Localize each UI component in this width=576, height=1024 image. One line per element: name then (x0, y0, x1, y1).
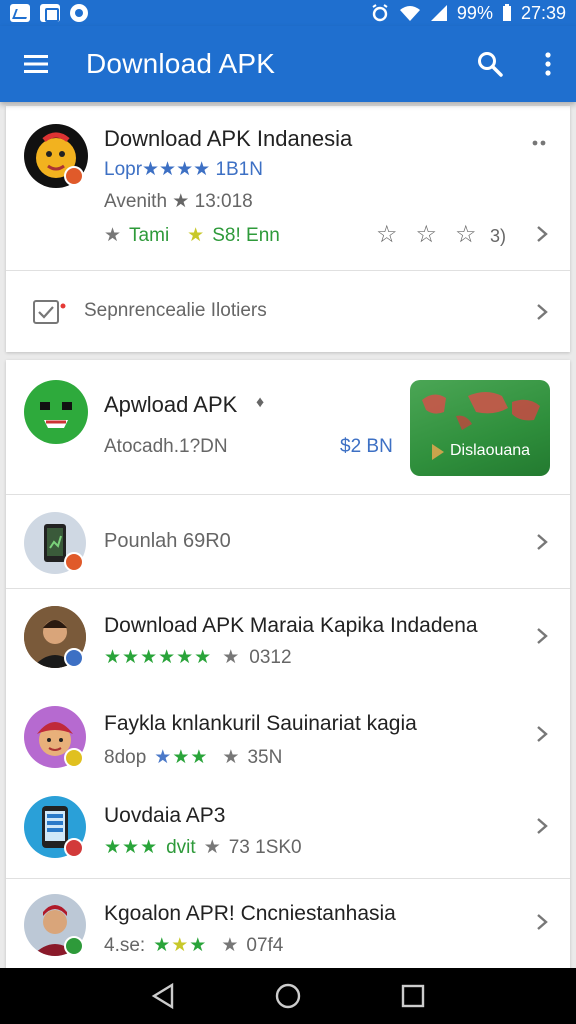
chevron-right-icon[interactable] (532, 302, 552, 322)
app-rating: ★★★ dvit ★ 73 1SK0 (104, 836, 302, 859)
rating-stars: ★★★ (104, 837, 159, 858)
rate-stars[interactable]: ☆ ☆ ☆ (376, 220, 477, 249)
search-icon (478, 52, 503, 77)
chevron-right-icon[interactable] (532, 724, 552, 744)
promo-app-avatar (24, 380, 88, 444)
promo-title-suffix: ♦ (256, 394, 265, 411)
featured-app-rating: Lopr★★★★ 1B1N (104, 159, 263, 180)
list-item[interactable]: Pounlah 69R0 (6, 496, 570, 586)
app-title: Faykla knlankuril Sauinariat kagia (104, 712, 417, 735)
banner-label: Dislaouana (450, 442, 531, 459)
recents-square-icon (402, 984, 425, 1008)
divider (6, 588, 570, 589)
star-icon: ★ (187, 225, 205, 246)
rating-prefix: 8dop (104, 746, 147, 768)
app-title: Kgoalon APR! Cncniestanhasia (104, 902, 396, 925)
chevron-right-icon[interactable] (532, 912, 552, 932)
divider (6, 270, 570, 271)
app-rating: ★★★★★★ ★ 0312 (104, 646, 292, 669)
promo-row[interactable]: Apwload APK ♦ Atocadh.1?DN $2 BN Dislaou… (6, 360, 570, 494)
more-vert-icon (545, 52, 551, 76)
chevron-right-icon[interactable] (532, 626, 552, 646)
star-icon: ★ (203, 837, 221, 858)
signal-icon (430, 5, 447, 21)
back-triangle-icon (151, 982, 173, 1010)
tag-right: S8! Enn (212, 224, 280, 246)
download-banner[interactable]: Dislaouana (410, 380, 550, 476)
app-title: Pounlah 69R0 (104, 530, 231, 552)
rating-prefix: 4.se: (104, 934, 146, 956)
dots-icon[interactable] (532, 140, 548, 146)
tag-left: Tami (129, 224, 170, 246)
star-outline-icon[interactable]: ☆ (455, 220, 477, 249)
list-item[interactable]: Uovdaia AP3 ★★★ dvit ★ 73 1SK0 (6, 780, 570, 876)
featured-app-badge (64, 166, 84, 186)
hamburger-icon (24, 55, 48, 73)
featured-app-title: Download APK Indanesia (104, 126, 353, 151)
world-map-graphic (422, 392, 540, 430)
play-icon (432, 444, 444, 460)
app-title: Uovdaia AP3 (104, 804, 226, 827)
star-outline-icon[interactable]: ☆ (376, 220, 398, 249)
divider (6, 878, 570, 879)
app-rating: 8dop ★★★ ★ 35N (104, 746, 283, 769)
status-bar: 99% 27:39 (0, 0, 576, 26)
alarm-icon (372, 4, 388, 22)
menu-button[interactable] (0, 26, 72, 102)
app-badge (64, 748, 84, 768)
chevron-right-icon[interactable] (532, 532, 552, 552)
divider (6, 494, 570, 495)
star-icon: ★ (104, 225, 122, 246)
rating-prefix: dvit (166, 836, 196, 858)
rating-count: 0312 (249, 646, 292, 668)
promo-price: $2 BN (340, 436, 393, 457)
page-title: Download APK (86, 48, 276, 79)
star-outline-icon[interactable]: ☆ (416, 220, 438, 249)
overflow-menu-button[interactable] (520, 26, 576, 102)
rating-stars: ★★★★★★ (104, 647, 213, 668)
list-item[interactable]: Download APK Maraia Kapika Indadena ★★★★… (6, 590, 570, 686)
wifi-icon (399, 6, 420, 21)
back-button[interactable] (143, 976, 183, 1016)
verified-badge-icon (64, 936, 84, 956)
checkbox-icon (33, 300, 66, 324)
featured-app-card[interactable]: Download APK Indanesia Lopr★★★★ 1B1N Ave… (6, 106, 570, 352)
clock: 27:39 (520, 2, 566, 23)
featured-row-label: Sepnrencealie Ilotiers (84, 300, 267, 321)
rating-count: 35N (247, 746, 283, 768)
app-rating: 4.se: ★★★ ★ 07f4 (104, 934, 284, 957)
camera-notification-icon (40, 4, 60, 22)
list-item[interactable]: Kgoalon APR! Cncniestanhasia 4.se: ★★★ ★… (6, 880, 570, 970)
home-circle-icon (275, 983, 301, 1009)
apps-list-card: Apwload APK ♦ Atocadh.1?DN $2 BN Dislaou… (6, 360, 570, 970)
home-button[interactable] (268, 976, 308, 1016)
featured-row-link[interactable]: Sepnrencealie Ilotiers (6, 272, 570, 352)
chevron-right-icon[interactable] (532, 816, 552, 836)
rating-count: 07f4 (246, 934, 284, 956)
app-title: Download APK Maraia Kapika Indadena (104, 614, 478, 637)
star-icon: ★ (222, 647, 240, 668)
featured-app-meta: Avenith ★ 13:018 (104, 191, 253, 212)
search-button[interactable] (460, 26, 520, 102)
verified-badge-icon (64, 648, 84, 668)
promo-subtitle: Atocadh.1?DN (104, 436, 228, 457)
star-icon: ★ (221, 935, 239, 956)
recents-button[interactable] (393, 976, 433, 1016)
promo-title: Apwload APK (104, 392, 238, 417)
star-icon: ★ (222, 747, 240, 768)
rating-count: 73 1SK0 (228, 836, 302, 858)
battery-percent: 99% (456, 2, 493, 23)
chevron-right-icon[interactable] (532, 224, 552, 244)
featured-app-tags: ★ Tami ★ S8! Enn (104, 224, 280, 247)
app-notification-icon (70, 4, 88, 22)
image-notification-icon (10, 4, 30, 22)
battery-icon (502, 4, 511, 21)
app-bar: Download APK (0, 26, 576, 102)
list-item[interactable]: Faykla knlankuril Sauinariat kagia 8dop … (6, 690, 570, 780)
app-badge (64, 552, 84, 572)
app-badge (64, 838, 84, 858)
star-count: 3) (490, 226, 507, 246)
system-nav-bar (0, 968, 576, 1024)
